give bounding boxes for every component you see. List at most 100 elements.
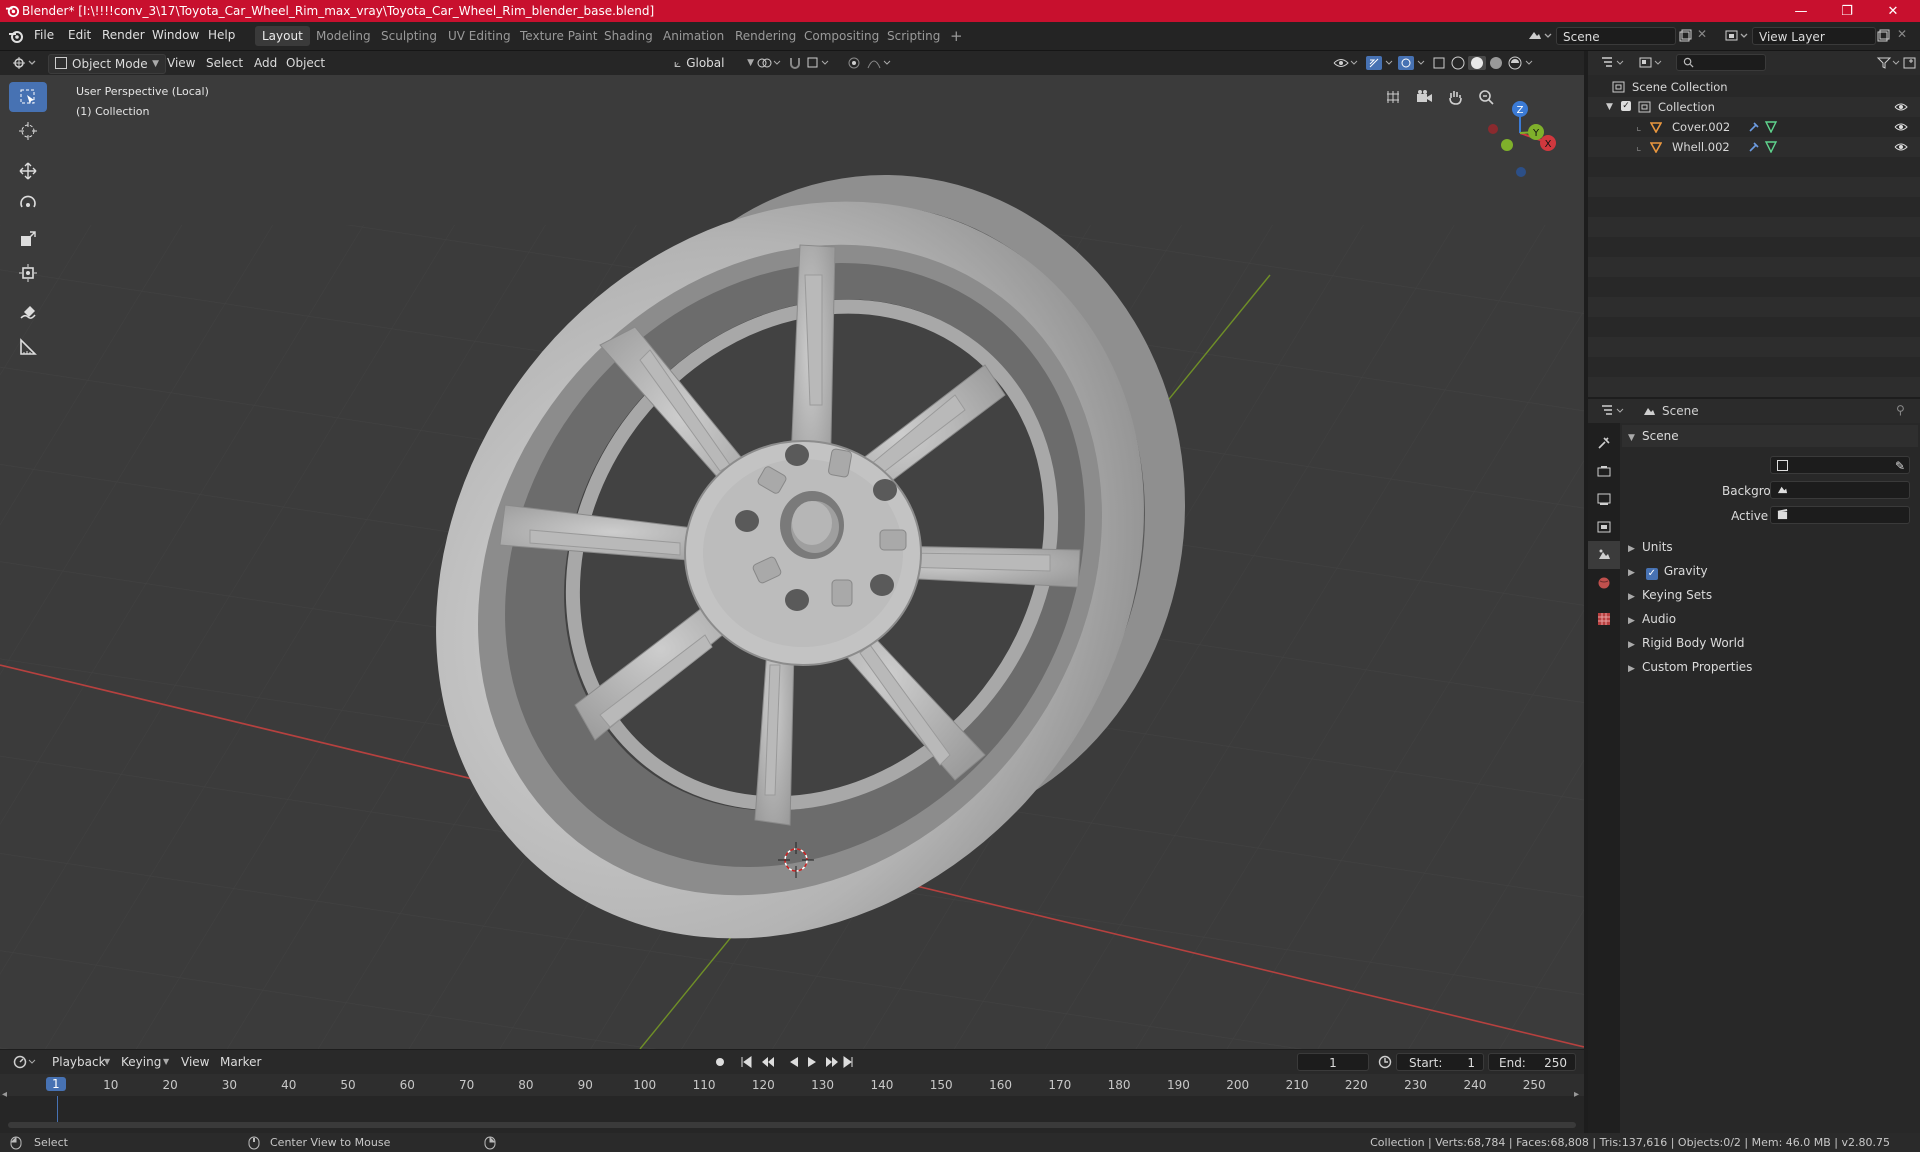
menu-select[interactable]: Select [200, 54, 249, 72]
marker-menu[interactable]: Marker [214, 1053, 267, 1071]
view-layer-tab-icon[interactable] [1588, 513, 1620, 541]
menu-view[interactable]: View [161, 54, 201, 72]
keying-menu[interactable]: Keying [115, 1053, 167, 1071]
outliner-object-row[interactable]: ⌞ Whell.002 [1588, 137, 1920, 157]
camera-view-icon[interactable] [1411, 84, 1437, 110]
outliner-editor-type-icon[interactable] [1600, 55, 1628, 71]
delete-scene-icon[interactable]: ✕ [1697, 27, 1707, 41]
close-window-button[interactable]: ✕ [1870, 0, 1916, 22]
outliner-object-row[interactable]: ⌞ Cover.002 [1588, 117, 1920, 137]
end-frame-field[interactable]: End: 250 [1488, 1053, 1576, 1071]
outliner-search-input[interactable] [1676, 54, 1766, 71]
units-panel-header[interactable]: ▶ Units [1622, 536, 1918, 558]
exclude-checkbox[interactable]: ✓ [1621, 101, 1631, 111]
camera-field[interactable]: ✎ [1770, 456, 1910, 474]
timeline-ruler[interactable]: 1 10 20 30 40 50 60 70 80 90 100 110 120 130 140 150 160… [0, 1074, 1584, 1096]
viewport-overlay-controls[interactable] [1330, 55, 1580, 71]
custom-properties-panel-header[interactable]: ▶ Custom Properties [1622, 656, 1918, 678]
menu-help[interactable]: Help [208, 28, 235, 42]
move-tool-icon[interactable] [9, 156, 47, 186]
world-tab-icon[interactable] [1588, 569, 1620, 597]
timeline-view-menu[interactable]: View [175, 1053, 215, 1071]
start-frame-field[interactable]: Start: 1 [1396, 1053, 1484, 1071]
tab-shading[interactable]: Shading [597, 26, 660, 46]
tab-animation[interactable]: Animation [656, 26, 731, 46]
background-scene-field[interactable] [1770, 481, 1910, 499]
select-box-tool-icon[interactable] [9, 82, 47, 112]
output-tab-icon[interactable] [1588, 485, 1620, 513]
scene-selector-icon[interactable] [1526, 28, 1552, 44]
menu-object[interactable]: Object [280, 54, 331, 72]
delete-view-layer-icon[interactable]: ✕ [1897, 27, 1907, 41]
current-frame-field[interactable]: 1 [1297, 1053, 1369, 1071]
new-scene-icon[interactable] [1678, 29, 1692, 43]
tab-layout[interactable]: Layout [255, 26, 310, 46]
cursor-tool-icon[interactable] [9, 116, 47, 146]
scene-section-header[interactable]: ▼ Scene [1622, 425, 1918, 447]
scroll-right-arrow-icon[interactable]: ▸ [1574, 1089, 1579, 1100]
menu-window[interactable]: Window [152, 28, 199, 42]
pin-icon[interactable]: ⚲ [1896, 403, 1905, 417]
transform-orientation-dropdown[interactable]: ⟀ Global ▼ [668, 54, 754, 72]
texture-tab-icon[interactable] [1588, 605, 1620, 633]
measure-tool-icon[interactable] [9, 332, 47, 362]
transform-tool-icon[interactable] [9, 258, 47, 288]
visibility-eye-icon[interactable] [1894, 102, 1908, 112]
maximize-button[interactable]: ❐ [1824, 0, 1870, 22]
annotate-tool-icon[interactable] [9, 298, 47, 328]
new-collection-icon[interactable] [1902, 55, 1918, 71]
3d-viewport[interactable]: Z X Y User Perspective (Local) (1) Colle… [0, 75, 1584, 1049]
tab-rendering[interactable]: Rendering [728, 26, 803, 46]
timeline-editor-type-icon[interactable] [12, 1054, 40, 1070]
menu-edit[interactable]: Edit [68, 28, 91, 42]
rotate-tool-icon[interactable] [9, 190, 47, 220]
editor-type-icon[interactable] [12, 55, 38, 71]
active-movie-clip-field[interactable] [1770, 506, 1910, 524]
tab-compositing[interactable]: Compositing [797, 26, 886, 46]
properties-editor-type-icon[interactable] [1600, 403, 1628, 419]
playback-menu[interactable]: Playback [46, 1053, 112, 1071]
eyedropper-icon[interactable]: ✎ [1895, 457, 1905, 475]
tab-sculpting[interactable]: Sculpting [374, 26, 444, 46]
render-tab-icon[interactable] [1588, 457, 1620, 485]
playback-controls[interactable] [710, 1054, 856, 1070]
outliner-collection-row[interactable]: ▼ ✓ Collection [1588, 97, 1920, 117]
keying-sets-panel-header[interactable]: ▶ Keying Sets [1622, 584, 1918, 606]
outliner-scene-collection[interactable]: Scene Collection [1588, 77, 1920, 97]
scene-name-field[interactable]: Scene [1556, 27, 1676, 45]
pivot-point-icon[interactable] [756, 55, 784, 71]
view-layer-field[interactable]: View Layer [1752, 27, 1876, 45]
menu-file[interactable]: File [34, 28, 54, 42]
proportional-editing-icon[interactable] [846, 55, 896, 71]
minimize-button[interactable]: — [1778, 0, 1824, 22]
display-mode-icon[interactable] [1638, 55, 1666, 71]
add-workspace-button[interactable]: + [943, 26, 970, 46]
toggle-grid-view-icon[interactable] [1380, 84, 1406, 110]
view-layer-icon[interactable] [1724, 29, 1750, 43]
snap-icon[interactable] [788, 55, 840, 71]
audio-panel-header[interactable]: ▶ Audio [1622, 608, 1918, 630]
gravity-panel-header[interactable]: ▶ ✓ Gravity [1622, 560, 1918, 582]
scale-tool-icon[interactable] [9, 224, 47, 254]
preview-range-clock-icon[interactable] [1378, 1055, 1392, 1069]
viewport-scene[interactable]: Z X Y [0, 75, 1584, 1049]
timeline-scrollbar[interactable] [8, 1122, 1576, 1128]
tab-modeling[interactable]: Modeling [309, 26, 378, 46]
object-mode-dropdown[interactable]: Object Mode ▼ [48, 54, 166, 74]
tool-settings-tab-icon[interactable] [1588, 429, 1620, 457]
visibility-eye-icon[interactable] [1894, 142, 1908, 152]
tab-scripting[interactable]: Scripting [880, 26, 947, 46]
blender-menu-icon[interactable] [8, 28, 24, 44]
filter-icon[interactable] [1876, 55, 1902, 71]
menu-render[interactable]: Render [102, 28, 145, 42]
visibility-eye-icon[interactable] [1894, 122, 1908, 132]
zoom-view-icon[interactable] [1473, 84, 1499, 110]
tab-texture-paint[interactable]: Texture Paint [513, 26, 604, 46]
menu-add[interactable]: Add [248, 54, 283, 72]
tab-uv-editing[interactable]: UV Editing [441, 26, 518, 46]
scene-tab-icon[interactable] [1588, 541, 1620, 569]
new-view-layer-icon[interactable] [1876, 29, 1890, 43]
scroll-left-arrow-icon[interactable]: ◂ [2, 1089, 7, 1100]
pan-view-hand-icon[interactable] [1442, 84, 1468, 110]
rigid-body-world-panel-header[interactable]: ▶ Rigid Body World [1622, 632, 1918, 654]
